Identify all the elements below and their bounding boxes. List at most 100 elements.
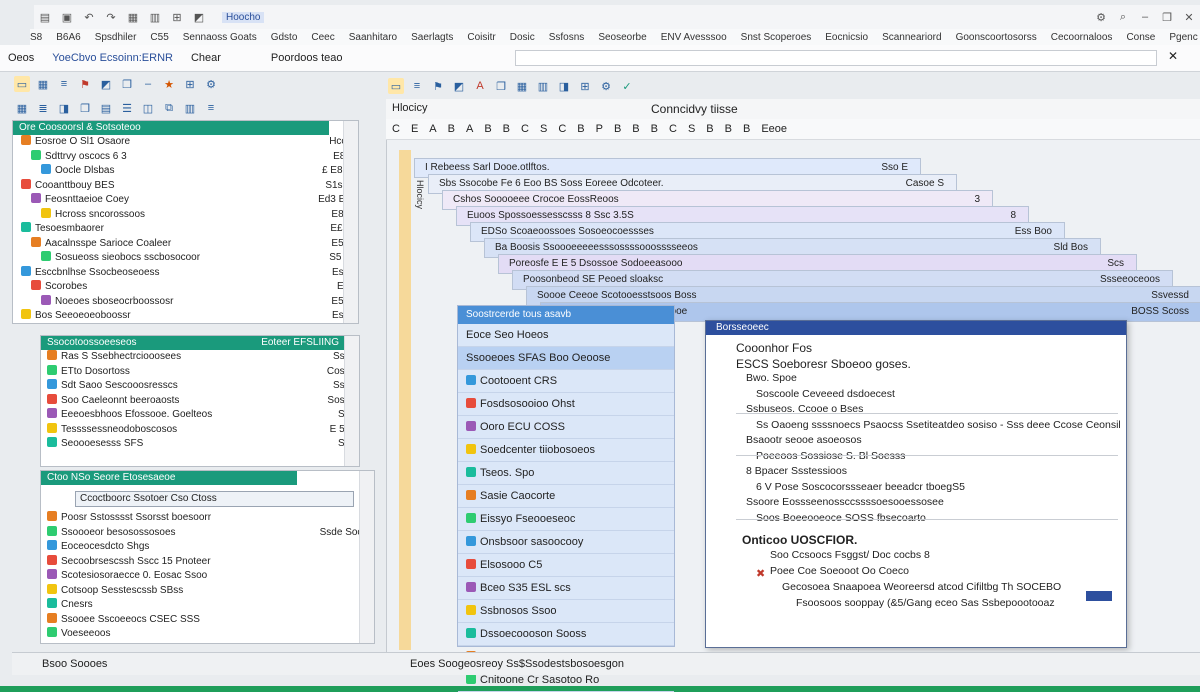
image-icon[interactable]: ◨ xyxy=(56,100,72,116)
list-item[interactable]: Seoooesesss SFSS 5 xyxy=(47,437,359,452)
menu-item[interactable]: B6A6 xyxy=(56,32,80,43)
list-panel-item[interactable]: Tseos. Spo xyxy=(458,462,674,485)
ok-button[interactable] xyxy=(1086,591,1112,601)
menu-item[interactable]: Gdsto xyxy=(271,32,298,43)
image-icon[interactable]: ◫ xyxy=(140,100,156,116)
folder-icon[interactable]: ▭ xyxy=(14,76,30,92)
flag-icon[interactable]: ⚑ xyxy=(77,76,93,92)
grid-icon[interactable]: ▦ xyxy=(126,10,140,24)
format-button[interactable]: E xyxy=(411,123,418,135)
list-item[interactable]: Poosr Sstosssst Ssorsst boesoorr xyxy=(47,511,374,526)
list-item[interactable]: Sdttrvy oscocs 6 3E8S xyxy=(21,149,358,165)
format-button[interactable]: C xyxy=(558,123,566,135)
image-icon[interactable]: ◩ xyxy=(451,78,467,94)
table-icon[interactable]: ⊞ xyxy=(170,10,184,24)
list-item[interactable]: Ras S Ssebhectrciooosees Ss 5 xyxy=(47,350,359,365)
ribbon-item[interactable]: YoeCbvo Ecsoinn:ERNR xyxy=(52,52,173,64)
image-icon[interactable]: ◩ xyxy=(98,76,114,92)
list-panel-item[interactable]: Dssoecoooson Sooss xyxy=(458,623,674,646)
list-item[interactable]: Aacalnsspe Sarioce Coaleer E5 8 xyxy=(21,236,358,252)
list-panel-item[interactable]: Elsosooo C5 xyxy=(458,554,674,577)
chart-icon[interactable]: ▥ xyxy=(535,78,551,94)
dialog-option[interactable]: Poee Coe Soeooot Oo Coeco xyxy=(770,565,909,577)
format-button[interactable]: C xyxy=(669,123,677,135)
menu-item[interactable]: S8 xyxy=(30,32,42,43)
file-icon[interactable]: ▤ xyxy=(38,10,52,24)
grid-icon[interactable]: ▦ xyxy=(514,78,530,94)
format-button[interactable]: B xyxy=(632,123,639,135)
list-icon[interactable]: ≡ xyxy=(203,100,219,116)
list-panel-item[interactable]: Soedcenter tiiobosoeos xyxy=(458,439,674,462)
list-item[interactable]: ETto Dosortoss Cos 5 xyxy=(47,364,359,380)
save-icon[interactable]: ▣ xyxy=(60,10,74,24)
grid-icon[interactable]: ▥ xyxy=(182,100,198,116)
list-icon[interactable]: ≡ xyxy=(56,76,72,92)
folder-icon[interactable]: ▭ xyxy=(388,78,404,94)
list-panel-item[interactable]: Fosdsosooioo Ohst xyxy=(458,393,674,416)
minimize-icon[interactable]: – xyxy=(1138,10,1152,24)
list-item[interactable]: Oocle Dlsbas £ E8 S xyxy=(21,164,358,179)
list-item[interactable]: Soo Caeleonnt beeroaosts Sos 3 xyxy=(47,393,359,409)
list-item[interactable]: Sosueoss sieobocs sscbosocoor S5 G xyxy=(21,251,358,266)
table-icon[interactable]: ⊞ xyxy=(182,76,198,92)
text-icon[interactable]: A xyxy=(472,78,488,94)
list-item[interactable]: Secoobrsescssh Sscc 15 Pnoteer xyxy=(47,554,374,570)
format-button[interactable]: C xyxy=(392,123,400,135)
list-panel-item[interactable]: Sasie Caocorte xyxy=(458,485,674,508)
list-item[interactable]: Eoceocesdcto Shgs xyxy=(47,540,374,555)
format-button[interactable]: B xyxy=(503,123,510,135)
format-button[interactable]: P xyxy=(596,123,603,135)
ribbon-item[interactable]: Chear xyxy=(191,52,221,64)
settings-icon[interactable]: ⚙ xyxy=(203,76,219,92)
flag-icon[interactable]: ⚑ xyxy=(430,78,446,94)
format-button[interactable]: B xyxy=(706,123,713,135)
table-icon[interactable]: ⊞ xyxy=(577,78,593,94)
check-icon[interactable]: ✓ xyxy=(619,78,635,94)
list-icon[interactable]: ≡ xyxy=(409,78,425,94)
scrollbar[interactable] xyxy=(359,471,374,643)
format-button[interactable]: B xyxy=(484,123,491,135)
address-field[interactable] xyxy=(515,50,1157,66)
list-item[interactable]: Tessssessneodoboscosos E 5 5 xyxy=(47,422,359,438)
list-panel-item[interactable]: Onsbsoor sasoocooy xyxy=(458,531,674,554)
ribbon-item[interactable]: Poordoos teao xyxy=(271,52,343,64)
grid-icon[interactable]: ▤ xyxy=(98,100,114,116)
menu-item[interactable]: Sennaoss Goats xyxy=(183,32,257,43)
list-item[interactable]: Sdt Saoo Sescooosresscs Ss 5 xyxy=(47,379,359,394)
list-item[interactable]: Sospdoeon xyxy=(21,324,358,325)
list-item[interactable]: Cooanttbouy BES S1s S xyxy=(21,178,358,194)
list-panel-selected[interactable]: Ssooeoes SFAS Boo Oeoose xyxy=(458,347,674,370)
list-item[interactable]: Cotsoop Sesstescssb SBss xyxy=(47,583,374,599)
format-button[interactable]: S xyxy=(540,123,547,135)
ribbon-item[interactable]: Oeos xyxy=(8,52,34,64)
list-item[interactable]: ScorobesE 5 xyxy=(21,280,358,295)
list-item[interactable]: Scotesiosoraecce 0. Eosac Ssoo xyxy=(47,569,374,584)
delete-icon[interactable]: ✖ xyxy=(756,567,765,580)
format-button[interactable]: B xyxy=(614,123,621,135)
list-item[interactable]: Feosnttaeioe Coey Ed3 ES xyxy=(21,193,358,208)
menu-item[interactable]: Ceec xyxy=(311,32,334,43)
restore-icon[interactable]: ❐ xyxy=(1160,10,1174,24)
gear-icon[interactable]: ⚙ xyxy=(1094,10,1108,24)
star-icon[interactable]: ★ xyxy=(161,76,177,92)
format-button[interactable]: C xyxy=(521,123,529,135)
dash-icon[interactable]: – xyxy=(140,76,156,92)
menu-item[interactable]: Snst Scoperoes xyxy=(741,32,812,43)
format-button[interactable]: A xyxy=(429,123,436,135)
copy-icon[interactable]: ⧉ xyxy=(161,100,177,116)
dialog-option[interactable]: Gecosoea Snaapoea Weoreersd atcod Cifilt… xyxy=(782,581,1061,593)
redo-icon[interactable]: ↷ xyxy=(104,10,118,24)
menu-item[interactable]: Saanhitaro xyxy=(349,32,397,43)
list-panel-item[interactable]: Eissyo Fseooeseoc xyxy=(458,508,674,531)
menu-item[interactable]: Saerlagts xyxy=(411,32,453,43)
menu-item[interactable]: Goonscoortosorss xyxy=(956,32,1037,43)
list-panel-item[interactable]: Bceo S35 ESL scs xyxy=(458,577,674,600)
list-panel-item[interactable]: Ooro ECU COSS xyxy=(458,416,674,439)
grid-icon[interactable]: ▦ xyxy=(35,76,51,92)
close-icon[interactable]: ✕ xyxy=(1168,49,1178,63)
menu-item[interactable]: C55 xyxy=(150,32,168,43)
menu-item[interactable]: Eocnicsio xyxy=(825,32,868,43)
menu-item[interactable]: Coisitr xyxy=(467,32,495,43)
image-icon[interactable]: ◨ xyxy=(556,78,572,94)
list-item[interactable]: Eeeoesbhoos Efossooe. GoelteosS 5 xyxy=(47,408,359,423)
